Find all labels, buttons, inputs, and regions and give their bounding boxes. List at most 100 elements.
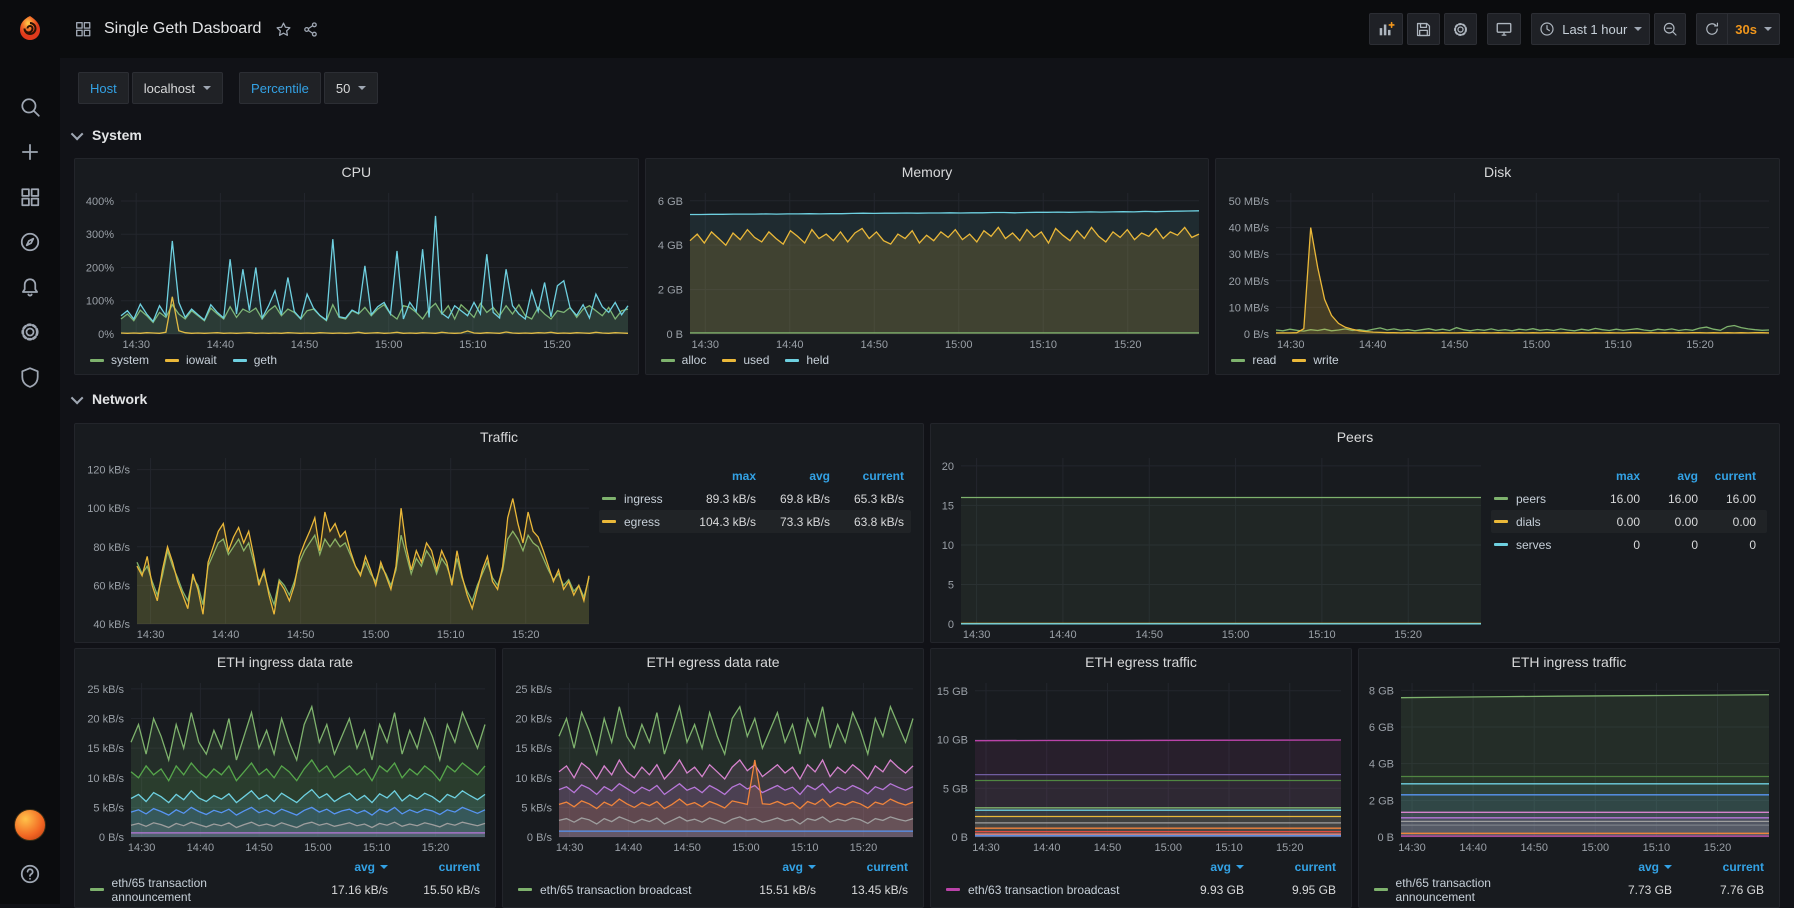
- svg-text:0 B/s: 0 B/s: [1244, 329, 1270, 341]
- variable-host-value: localhost: [144, 81, 195, 96]
- panel-disk: Disk 0 B/s10 MB/s20 MB/s30 MB/s40 MB/s50…: [1215, 158, 1780, 375]
- panel-title-disk[interactable]: Disk: [1216, 159, 1779, 185]
- legend-value: 63.8 kB/s: [830, 515, 904, 529]
- save-dashboard-button[interactable]: [1407, 13, 1440, 45]
- row-header-network[interactable]: Network: [74, 375, 1780, 423]
- legend-series-name[interactable]: read: [1252, 353, 1276, 367]
- legend-item[interactable]: iowait: [165, 353, 217, 367]
- legend-sort-current[interactable]: current: [816, 860, 908, 874]
- system-row: CPU 0%100%200%300%400%14:3014:4014:5015:…: [74, 158, 1780, 375]
- legend-row: ingress89.3 kB/s69.8 kB/s65.3 kB/s: [599, 487, 911, 510]
- legend-series-name[interactable]: eth/63 transaction broadcast: [968, 883, 1119, 897]
- grafana-logo[interactable]: [0, 0, 60, 58]
- legend-sort-current[interactable]: current: [1698, 469, 1756, 483]
- legend-value: 7.73 GB: [1568, 883, 1672, 897]
- panel-title-eth-ingress-traffic[interactable]: ETH ingress traffic: [1359, 649, 1779, 675]
- panel-title-traffic[interactable]: Traffic: [75, 424, 923, 450]
- legend-sort-avg[interactable]: avg: [1640, 469, 1698, 483]
- panel-title-eth-egress-traffic[interactable]: ETH egress traffic: [931, 649, 1351, 675]
- row-header-system[interactable]: System: [74, 112, 1780, 158]
- legend-series-name[interactable]: geth: [254, 353, 277, 367]
- traffic-plot: 40 kB/s60 kB/s80 kB/s100 kB/s120 kB/s14:…: [75, 450, 599, 642]
- server-admin-shield-icon[interactable]: [7, 354, 53, 399]
- legend-series-name[interactable]: write: [1313, 353, 1338, 367]
- legend-series-name[interactable]: alloc: [682, 353, 707, 367]
- peers-plot: 0510152014:3014:4014:5015:0015:1015:20: [931, 450, 1491, 642]
- legend-sort-avg[interactable]: avg: [756, 469, 830, 483]
- legend-series-name[interactable]: eth/65 transaction announcement: [1396, 876, 1568, 904]
- legend-item[interactable]: alloc: [661, 353, 707, 367]
- legend-sort-current[interactable]: current: [388, 860, 480, 874]
- panel-title-peers[interactable]: Peers: [931, 424, 1779, 450]
- panel-title-eth-egress-data-rate[interactable]: ETH egress data rate: [503, 649, 923, 675]
- legend-series-name[interactable]: eth/65 transaction announcement: [112, 876, 284, 904]
- series-color-dash: [785, 359, 799, 362]
- create-plus-icon[interactable]: [7, 129, 53, 174]
- disk-legend: read write: [1216, 352, 1779, 374]
- legend-row: egress104.3 kB/s73.3 kB/s63.8 kB/s: [599, 510, 911, 533]
- panel-title-memory[interactable]: Memory: [646, 159, 1209, 185]
- legend-sort-max[interactable]: max: [682, 469, 756, 483]
- search-icon[interactable]: [7, 84, 53, 129]
- alerting-bell-icon[interactable]: [7, 264, 53, 309]
- svg-text:14:40: 14:40: [1359, 339, 1387, 351]
- legend-item[interactable]: held: [785, 353, 829, 367]
- add-panel-button[interactable]: [1369, 13, 1403, 45]
- legend-series-name[interactable]: dials: [1516, 515, 1541, 529]
- legend-sort-avg[interactable]: avg: [1568, 860, 1672, 874]
- variable-host-select[interactable]: localhost: [132, 72, 223, 104]
- panel-title-cpu[interactable]: CPU: [75, 159, 638, 185]
- svg-text:14:30: 14:30: [128, 842, 156, 854]
- legend-item[interactable]: geth: [233, 353, 277, 367]
- chevron-down-icon: [1236, 865, 1244, 869]
- legend-item[interactable]: read: [1231, 353, 1276, 367]
- refresh-button[interactable]: [1696, 13, 1728, 45]
- cycle-view-mode-button[interactable]: [1487, 13, 1521, 45]
- legend-series-name[interactable]: peers: [1516, 492, 1546, 506]
- legend-series-name[interactable]: ingress: [624, 492, 663, 506]
- time-range-picker[interactable]: Last 1 hour: [1531, 13, 1650, 45]
- zoom-out-button[interactable]: [1654, 13, 1686, 45]
- refresh-interval-picker[interactable]: 30s: [1728, 13, 1780, 45]
- legend-series-name[interactable]: held: [806, 353, 829, 367]
- svg-text:80 kB/s: 80 kB/s: [93, 542, 130, 554]
- legend-series-name[interactable]: iowait: [186, 353, 217, 367]
- legend-sort-current[interactable]: current: [1672, 860, 1764, 874]
- legend-sort-current[interactable]: current: [830, 469, 904, 483]
- dashboard-title[interactable]: Single Geth Dasboard: [104, 20, 261, 38]
- help-icon[interactable]: [7, 851, 53, 896]
- legend-item[interactable]: system: [90, 353, 149, 367]
- legend-sort-avg[interactable]: avg: [712, 860, 816, 874]
- peers-legend: maxavgcurrentpeers16.0016.0016.00dials0.…: [1491, 450, 1779, 642]
- legend-item[interactable]: used: [722, 353, 769, 367]
- legend-sort-avg[interactable]: avg: [1140, 860, 1244, 874]
- svg-text:200%: 200%: [86, 262, 114, 274]
- legend-series-name[interactable]: eth/65 transaction broadcast: [540, 883, 691, 897]
- star-icon[interactable]: [275, 21, 292, 38]
- share-icon[interactable]: [302, 21, 319, 38]
- svg-text:15:00: 15:00: [1154, 842, 1182, 854]
- panel-title-eth-ingress-data-rate[interactable]: ETH ingress data rate: [75, 649, 495, 675]
- legend-series-name[interactable]: used: [743, 353, 769, 367]
- legend-series-name[interactable]: serves: [1516, 538, 1551, 552]
- legend-item[interactable]: write: [1292, 353, 1338, 367]
- legend-sort-avg[interactable]: avg: [284, 860, 388, 874]
- svg-text:15:20: 15:20: [422, 842, 450, 854]
- chevron-down-icon: [203, 86, 211, 90]
- explore-compass-icon[interactable]: [7, 219, 53, 264]
- legend-value: 0: [1640, 538, 1698, 552]
- chevron-down-icon: [1764, 27, 1772, 31]
- legend-sort-current[interactable]: current: [1244, 860, 1336, 874]
- legend-series-name[interactable]: system: [111, 353, 149, 367]
- panel-peers: Peers 0510152014:3014:4014:5015:0015:101…: [930, 423, 1780, 643]
- user-avatar[interactable]: [14, 809, 46, 841]
- configuration-gear-icon[interactable]: [7, 309, 53, 354]
- dashboard-settings-button[interactable]: [1444, 13, 1477, 45]
- dashboards-icon[interactable]: [7, 174, 53, 219]
- variable-percentile-select[interactable]: 50: [324, 72, 378, 104]
- legend-sort-max[interactable]: max: [1582, 469, 1640, 483]
- svg-text:15 kB/s: 15 kB/s: [87, 743, 124, 755]
- legend-series-name[interactable]: egress: [624, 515, 660, 529]
- cpu-legend: system iowait geth: [75, 352, 638, 374]
- cpu-plot: 0%100%200%300%400%14:3014:4014:5015:0015…: [75, 185, 638, 352]
